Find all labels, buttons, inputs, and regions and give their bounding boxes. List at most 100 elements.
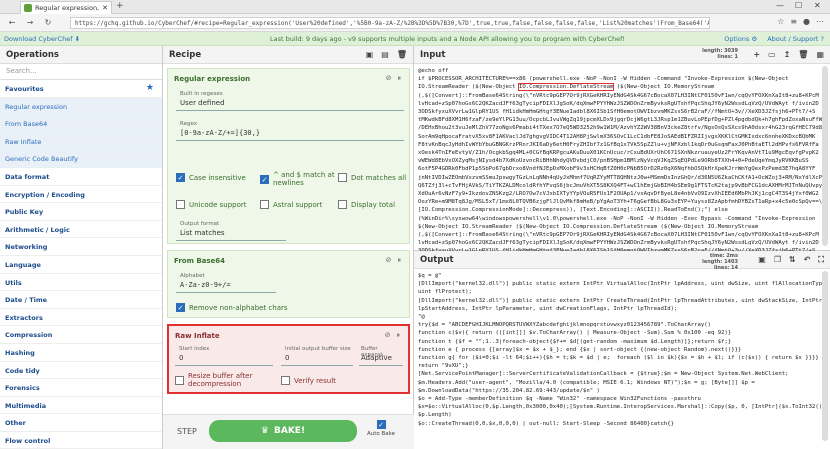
load-recipe-icon[interactable]: ▤ (381, 50, 389, 59)
category-public-key[interactable]: Public Key (0, 203, 162, 221)
clear-recipe-icon[interactable]: 🗑 (397, 50, 407, 59)
category-favourites[interactable]: Favourites ★ (0, 80, 162, 98)
undo-icon[interactable]: ↶ (804, 255, 811, 265)
forward-icon[interactable]: → (24, 18, 36, 27)
checkbox-label: Astral support (273, 200, 323, 209)
reload-icon[interactable]: ↻ (42, 18, 54, 27)
category-label: Favourites (5, 85, 44, 93)
category-extractors[interactable]: Extractors (0, 309, 162, 327)
cyberchef-favicon-icon (24, 4, 32, 12)
category-language[interactable]: Language (0, 256, 162, 274)
cyberchef-banner: Download CyberChef ⬇ Last build: 9 days … (0, 32, 830, 46)
operations-search-input[interactable]: Search... (0, 64, 162, 80)
open-file-icon[interactable]: ↥ (784, 50, 791, 59)
open-folder-icon[interactable]: ▭ (768, 50, 776, 59)
category-compression[interactable]: Compression (0, 326, 162, 344)
about-support-link[interactable]: About / Support ? (767, 35, 824, 43)
op-from-base64[interactable]: From Base64 (0, 115, 162, 133)
options-link[interactable]: Options ⚙ (724, 35, 757, 43)
pause-op-icon[interactable]: ⏸ (398, 74, 402, 83)
maximize-icon[interactable]: ☐ (795, 1, 802, 10)
alphabet-label: Alphabet (180, 273, 205, 279)
output-header: Output time: 2ms length: 1403 lines: 14 ▣ … (414, 251, 830, 271)
disable-op-icon[interactable]: ⊘ (386, 74, 392, 83)
account-icon[interactable]: ● (803, 17, 810, 26)
output-line: [DllImport("kernel32.dll")] public stati… (418, 297, 822, 304)
add-input-tab-icon[interactable]: + (753, 50, 760, 59)
category-multimedia[interactable]: Multimedia (0, 397, 162, 415)
category-encryption-encoding[interactable]: Encryption / Encoding (0, 186, 162, 204)
pause-op-icon[interactable]: ⏸ (397, 331, 401, 340)
category-date-time[interactable]: Date / Time (0, 291, 162, 309)
auto-bake-checkbox[interactable]: ✓ Auto Bake (367, 420, 395, 437)
output-line: return "9vXU";} (418, 363, 469, 370)
category-data-format[interactable]: Data format (0, 168, 162, 186)
regex-input[interactable]: Regex [0-9a-zA-Z/+=]{30,} (176, 119, 404, 141)
input-scrollbar[interactable] (822, 66, 828, 246)
new-tab-button[interactable]: + (116, 1, 124, 11)
verify-result-checkbox[interactable]: Verify result (281, 376, 336, 385)
remove-nonalpha-checkbox[interactable]: ✓ Remove non-alphabet chars (176, 303, 288, 312)
favorite-star-icon[interactable]: ☆ (777, 17, 784, 26)
browser-tab[interactable]: Regular expression, Fro ✕ (20, 1, 112, 14)
category-other[interactable]: Other (0, 414, 162, 432)
from-base64-operation: From Base64 ⊘ ⏸ Alphabet A-Za-z0-9+/= ✓ Re… (167, 250, 410, 318)
highlighted-match: IO.Compression.DeflateStream (518, 83, 615, 92)
download-cyberchef-link[interactable]: Download CyberChef ⬇ (4, 35, 80, 43)
category-code-tidy[interactable]: Code tidy (0, 362, 162, 380)
replace-input-icon[interactable]: ⇅ (789, 255, 796, 265)
caret-dollar-newlines-checkbox[interactable]: ✓ ^ and $ match at newlines (260, 171, 338, 187)
save-recipe-icon[interactable]: ▣ (366, 50, 374, 59)
buffer-expansion-value: Adaptive (361, 354, 392, 362)
initial-buffer-label: Initial output buffer size (285, 346, 351, 352)
category-flow-control[interactable]: Flow control (0, 432, 162, 449)
output-line: function t {$f = "";1..3|foreach-object{… (418, 338, 732, 345)
category-forensics[interactable]: Forensics (0, 379, 162, 397)
output-scrollbar[interactable] (822, 271, 828, 441)
window-close-icon[interactable]: ✕ (814, 1, 821, 10)
disable-op-icon[interactable]: ⊘ (386, 256, 392, 265)
checkbox-label: Dot matches all (351, 173, 407, 182)
category-utils[interactable]: Utils (0, 274, 162, 292)
reset-layout-icon[interactable]: ▦ (816, 50, 824, 59)
clear-input-icon[interactable]: 🗑 (798, 50, 808, 59)
case-insensitive-checkbox[interactable]: ✓ Case insensitive (176, 173, 246, 182)
more-icon[interactable]: ⋯ (816, 17, 824, 26)
start-index-input[interactable]: Start index 0 (175, 344, 273, 366)
dot-matches-all-checkbox[interactable]: Dot matches all (338, 173, 406, 182)
url-input[interactable]: https://gchq.github.io/CyberChef/#recipe… (70, 17, 710, 29)
copy-output-icon[interactable]: ❐ (774, 255, 781, 265)
output-line: function e { process {[array]$x = $x + $… (418, 346, 742, 353)
output-line: $p.Length) (418, 412, 452, 419)
output-textarea[interactable]: $q = @" [DllImport("kernel32.dll")] publi… (418, 272, 822, 428)
category-hashing[interactable]: Hashing (0, 344, 162, 362)
checkbox-label: Unicode support (189, 200, 247, 209)
auto-bake-label: Auto Bake (367, 431, 396, 437)
reading-list-icon[interactable]: ≡ (790, 17, 797, 26)
buffer-expansion-select[interactable]: Buffer expansi... Adaptive (359, 344, 403, 366)
alphabet-select[interactable]: Alphabet A-Za-z0-9+/= (176, 271, 276, 293)
category-arithmetic-logic[interactable]: Arithmetic / Logic (0, 221, 162, 239)
back-icon[interactable]: ← (6, 18, 18, 27)
maximize-output-icon[interactable]: ⛶ (818, 255, 824, 265)
pause-op-icon[interactable]: ⏸ (398, 256, 402, 265)
close-tab-icon[interactable]: ✕ (102, 4, 108, 12)
step-button[interactable]: STEP (177, 427, 197, 436)
op-regular-expression[interactable]: Regular expression (0, 97, 162, 116)
initial-buffer-input[interactable]: Initial output buffer size 0 (281, 344, 353, 366)
builtin-regex-select[interactable]: Built in regexes User defined (176, 89, 404, 111)
input-textarea[interactable]: @echo off if $PROCESSOR_ARCHITECTURE%==x8… (418, 67, 822, 256)
unicode-support-checkbox[interactable]: Unicode support (176, 200, 247, 209)
op-generic-code-beautify[interactable]: Generic Code Beautify (0, 150, 162, 168)
checked-icon: ✓ (176, 303, 185, 312)
output-format-select[interactable]: Output format List matches (176, 219, 286, 241)
bake-button[interactable]: ♛ BAKE! (209, 420, 357, 442)
op-raw-inflate[interactable]: Raw Inflate (0, 132, 162, 151)
astral-support-checkbox[interactable]: Astral support (260, 200, 322, 209)
save-output-icon[interactable]: ▣ (758, 255, 766, 265)
disable-op-icon[interactable]: ⊘ (385, 331, 391, 340)
minimize-icon[interactable]: — (776, 1, 784, 10)
display-total-checkbox[interactable]: Display total (338, 200, 395, 209)
category-networking[interactable]: Networking (0, 238, 162, 256)
resize-buffer-checkbox[interactable]: Resize buffer after decompression (175, 372, 271, 388)
